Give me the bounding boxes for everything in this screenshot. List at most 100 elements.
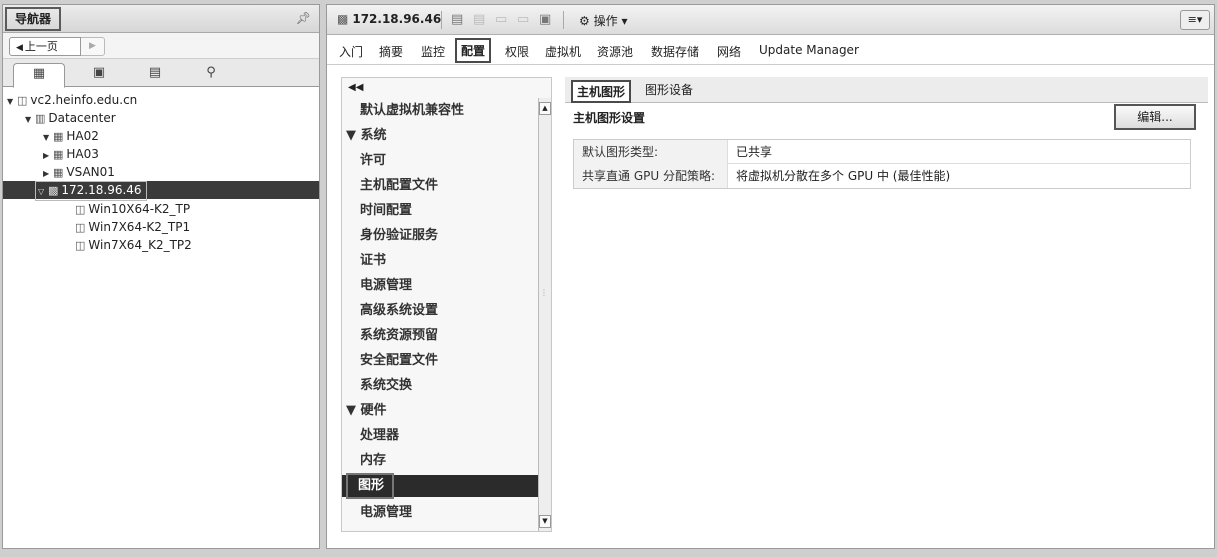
- tab-vms[interactable]: 虚拟机: [545, 43, 581, 60]
- object-tabs: 入门 摘要 监控 配置 权限 虚拟机 资源池 数据存储 网络 Update Ma…: [327, 35, 1214, 65]
- scroll-down-icon[interactable]: ▼: [539, 515, 551, 528]
- tab-summary[interactable]: 摘要: [379, 43, 403, 60]
- tab-graphics-devices[interactable]: 图形设备: [645, 81, 693, 98]
- tree-node-label: HA03: [66, 147, 99, 161]
- host-icon: ▩: [337, 12, 349, 26]
- tab-configure[interactable]: 配置: [455, 38, 492, 63]
- tree-node-label: vc2.heinfo.edu.cn: [30, 93, 138, 107]
- settings-item-system-swap[interactable]: 系统交换: [360, 375, 412, 397]
- host-graphics-settings-table: 默认图形类型: 已共享 共享直通 GPU 分配策略: 将虚拟机分散在多个 GPU…: [573, 139, 1191, 189]
- settings-item-host-profile[interactable]: 主机配置文件: [360, 175, 438, 197]
- expanded-arrow-icon: ▼: [346, 403, 356, 418]
- expanded-arrow-icon: ▼: [346, 128, 356, 143]
- selected-host-box: ▽ ▩ 172.18.96.46: [35, 181, 147, 201]
- datacenter-icon: ▥: [35, 112, 46, 125]
- settings-item-certificate[interactable]: 证书: [360, 250, 386, 272]
- settings-item-graphics-selected[interactable]: 图形: [342, 473, 538, 499]
- gear-icon: ⚙: [579, 14, 590, 28]
- table-row: 共享直通 GPU 分配策略: 将虚拟机分散在多个 GPU 中 (最佳性能): [574, 164, 1190, 188]
- tree-node-label: VSAN01: [66, 165, 115, 179]
- tree-node-vcenter[interactable]: ▼ ◫ vc2.heinfo.edu.cn: [7, 91, 137, 109]
- tree-node-label: 172.18.96.46: [61, 183, 142, 197]
- settings-item-time-config[interactable]: 时间配置: [360, 200, 412, 222]
- property-value: 已共享: [736, 145, 773, 159]
- inventory-tree: ▼ ◫ vc2.heinfo.edu.cn ▼ ▥ Datacenter ▼ ▦ HA02 …: [3, 87, 319, 252]
- tab-monitor[interactable]: 监控: [421, 43, 445, 60]
- back-button-label: 上一页: [24, 40, 58, 53]
- settings-item-vm-compatibility[interactable]: 默认虚拟机兼容性: [360, 100, 464, 122]
- toolbar-separator: [563, 11, 564, 29]
- settings-scrollbar[interactable]: ▲ ⋮⋮ ▼: [538, 98, 551, 531]
- tree-node-datacenter[interactable]: ▼ ▥ Datacenter: [25, 109, 116, 127]
- storage-tab-icon[interactable]: ▤: [129, 63, 181, 87]
- settings-list: ◀◀ 默认虚拟机兼容性 ▼ 系统 许可 主机配置文件 时间配置 身份验证服务 证…: [341, 77, 552, 532]
- settings-item-label: 图形: [346, 473, 395, 499]
- cluster-icon: ▦: [53, 130, 64, 143]
- toolbar-separator: [441, 11, 442, 29]
- hosts-clusters-tab-icon[interactable]: ▦: [13, 63, 65, 88]
- detail-tabs: 主机图形 图形设备: [565, 77, 1208, 103]
- add-host-icon[interactable]: ▤: [451, 12, 463, 27]
- settings-group-label: 硬件: [360, 403, 387, 418]
- back-arrow-icon: ◀: [16, 43, 23, 53]
- settings-item-licensing[interactable]: 许可: [360, 150, 386, 172]
- vms-templates-tab-icon[interactable]: ▣: [73, 63, 125, 87]
- scroll-up-icon[interactable]: ▲: [539, 102, 551, 115]
- tree-node-vm[interactable]: ◫ Win7X64-K2_TP1: [75, 218, 190, 236]
- new-resource-pool-icon[interactable]: ▣: [539, 12, 551, 27]
- settings-item-security-profile[interactable]: 安全配置文件: [360, 350, 438, 372]
- tab-datastores[interactable]: 数据存储: [651, 43, 699, 60]
- table-row: 默认图形类型: 已共享: [574, 140, 1190, 164]
- expanded-arrow-icon: ▽: [38, 187, 45, 196]
- app-window: 导航器 📌︎ ◀ 上一页 ▶ ▦ ▣ ▤ ⚲ ▼ ◫ vc2.heinfo.edu.c…: [0, 0, 1217, 557]
- tree-node-label: Win7X64_K2_TP2: [88, 238, 192, 252]
- collapse-panel-icon[interactable]: ◀◀: [348, 82, 363, 93]
- more-menu-button[interactable]: ≡▾: [1180, 10, 1210, 30]
- object-toolbar: ▩ 172.18.96.46 ▤ ▤ ▭ ▭ ▣ ⚙ 操作 ▾ ≡▾: [327, 5, 1214, 35]
- settings-group-hardware[interactable]: ▼ 硬件: [346, 400, 387, 422]
- cluster-icon: ▦: [53, 166, 64, 179]
- tab-permissions[interactable]: 权限: [505, 43, 529, 60]
- tab-resource-pools[interactable]: 资源池: [597, 43, 633, 60]
- enter-maintenance-icon[interactable]: ▭: [495, 12, 507, 27]
- settings-item-memory[interactable]: 内存: [360, 450, 386, 472]
- edit-button[interactable]: 编辑...: [1114, 104, 1196, 130]
- tab-update-manager[interactable]: Update Manager: [759, 43, 859, 57]
- navigator-pane: 导航器 📌︎ ◀ 上一页 ▶ ▦ ▣ ▤ ⚲ ▼ ◫ vc2.heinfo.edu.c…: [2, 4, 320, 549]
- tab-networks[interactable]: 网络: [717, 43, 741, 60]
- actions-menu[interactable]: ⚙ 操作 ▾: [579, 12, 627, 29]
- deploy-ovf-icon[interactable]: ▭: [517, 12, 529, 27]
- settings-group-system[interactable]: ▼ 系统: [346, 125, 387, 147]
- tree-node-vm[interactable]: ◫ Win7X64_K2_TP2: [75, 236, 192, 254]
- settings-item-power-mgmt[interactable]: 电源管理: [360, 275, 412, 297]
- tree-node-label: Win10X64-K2_TP: [88, 202, 191, 216]
- tree-node-label: Datacenter: [48, 111, 116, 125]
- tree-node-cluster-ha02[interactable]: ▼ ▦ HA02: [43, 127, 99, 145]
- networking-tab-icon[interactable]: ⚲: [185, 63, 237, 87]
- actions-menu-label: 操作: [593, 14, 618, 28]
- back-button[interactable]: ◀ 上一页: [9, 37, 81, 56]
- object-title: ▩ 172.18.96.46: [337, 12, 441, 26]
- tree-node-host-selected[interactable]: ▽ ▩ 172.18.96.46: [3, 181, 319, 201]
- detail-panel: 主机图形 图形设备 主机图形设置 编辑... 默认图形类型: 已共享 共享直通 …: [565, 77, 1208, 189]
- tree-node-vm[interactable]: ◫ Win10X64-K2_TP: [75, 200, 190, 218]
- settings-item-resource-reservation[interactable]: 系统资源预留: [360, 325, 438, 347]
- settings-item-advanced-settings[interactable]: 高级系统设置: [360, 300, 438, 322]
- tree-node-cluster-ha03[interactable]: ▶ ▦ HA03: [43, 145, 99, 163]
- settings-item-auth-services[interactable]: 身份验证服务: [360, 225, 438, 247]
- tree-node-cluster-vsan01[interactable]: ▶ ▦ VSAN01: [43, 163, 115, 181]
- pin-icon[interactable]: 📌︎: [296, 11, 311, 25]
- navigator-tabs: ▦ ▣ ▤ ⚲: [3, 59, 319, 88]
- main-pane: ▩ 172.18.96.46 ▤ ▤ ▭ ▭ ▣ ⚙ 操作 ▾ ≡▾ 入门 摘要 …: [326, 4, 1215, 549]
- settings-item-power-mgmt-hw[interactable]: 电源管理: [360, 502, 412, 524]
- tab-getting-started[interactable]: 入门: [339, 43, 363, 60]
- forward-button[interactable]: ▶: [81, 37, 105, 56]
- scroll-grip-icon[interactable]: ⋮⋮: [540, 288, 551, 308]
- new-vm-icon[interactable]: ▤: [473, 12, 485, 27]
- settings-item-processors[interactable]: 处理器: [360, 425, 399, 447]
- vm-icon: ◫: [75, 221, 86, 234]
- history-nav: ◀ 上一页 ▶: [3, 33, 319, 59]
- host-icon: ▩: [48, 184, 59, 197]
- vcenter-icon: ◫: [17, 94, 28, 107]
- tab-host-graphics[interactable]: 主机图形: [571, 80, 632, 103]
